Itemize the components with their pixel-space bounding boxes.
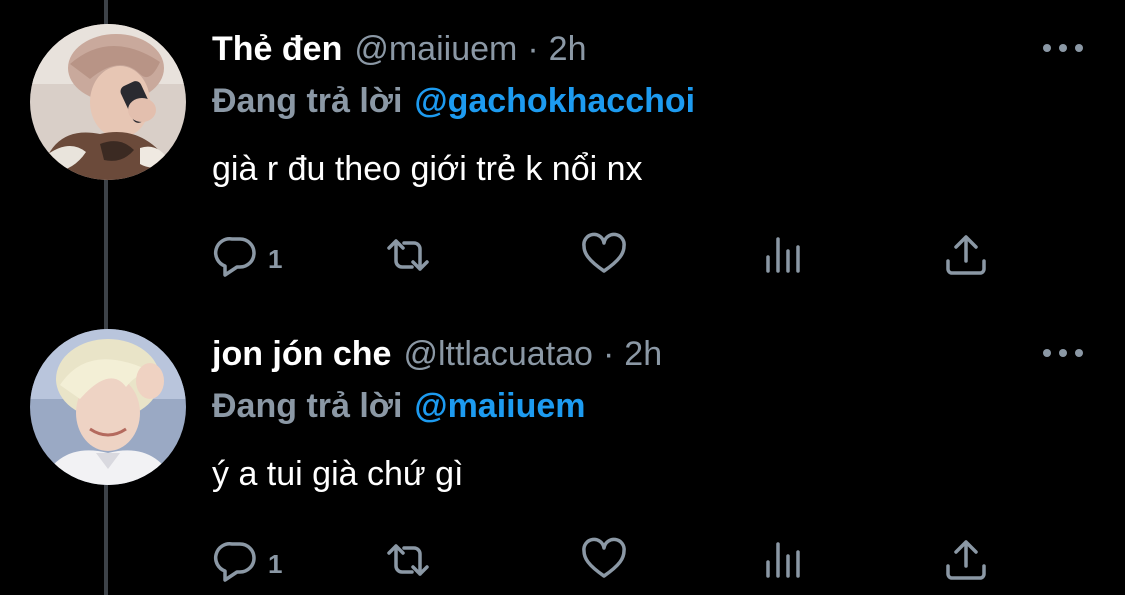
avatar[interactable]: [30, 24, 186, 180]
replying-to-label: Đang trả lời: [212, 82, 403, 120]
more-icon-dot: [1059, 44, 1067, 52]
share-button[interactable]: [942, 230, 990, 280]
separator-dot: ·: [527, 30, 539, 68]
timestamp[interactable]: 2h: [549, 30, 587, 69]
display-name[interactable]: Thẻ đen: [212, 30, 342, 69]
tweet[interactable]: jon jón che @lttlacuatao · 2h Đang trả l…: [0, 305, 1125, 595]
replying-to: Đang trả lời @maiiuem: [212, 387, 586, 426]
share-icon: [946, 540, 986, 580]
tweet[interactable]: Thẻ đen @maiiuem · 2h Đang trả lời @gacho…: [0, 0, 1125, 300]
analytics-button[interactable]: [760, 535, 808, 585]
more-icon: [1043, 349, 1051, 357]
avatar-photo-icon: [30, 24, 186, 180]
tweet-text: già r đu theo giới trẻ k nổi nx: [212, 150, 643, 188]
display-name[interactable]: jon jón che: [212, 335, 391, 374]
reply-count: 1: [268, 548, 283, 579]
replying-to-label: Đang trả lời: [212, 387, 403, 425]
more-icon-dot: [1075, 44, 1083, 52]
retweet-button[interactable]: [384, 535, 432, 585]
replying-to-mention[interactable]: @maiiuem: [414, 387, 585, 425]
replying-to: Đang trả lời @gachokhacchoi: [212, 82, 695, 121]
tweet-text: ý a tui già chứ gì: [212, 455, 464, 493]
reply-button[interactable]: 1: [212, 535, 282, 585]
reply-icon: [213, 542, 256, 582]
tweet-header: jon jón che @lttlacuatao · 2h: [212, 335, 662, 379]
analytics-icon: [766, 542, 800, 578]
retweet-icon: [387, 239, 429, 271]
retweet-icon: [387, 544, 429, 576]
avatar[interactable]: [30, 329, 186, 485]
like-button[interactable]: [580, 230, 628, 280]
reply-icon: [213, 237, 256, 277]
reply-count: 1: [268, 243, 283, 274]
reply-button[interactable]: 1: [212, 230, 282, 280]
more-options-button[interactable]: [1043, 345, 1083, 361]
share-button[interactable]: [942, 535, 990, 585]
more-icon: [1043, 44, 1051, 52]
replying-to-mention[interactable]: @gachokhacchoi: [414, 82, 695, 120]
tweet-actions: 1: [212, 230, 1012, 280]
tweet-header: Thẻ đen @maiiuem · 2h: [212, 30, 587, 74]
more-icon-dot: [1075, 349, 1083, 357]
share-icon: [946, 235, 986, 275]
separator-dot: ·: [602, 335, 615, 373]
timestamp[interactable]: 2h: [624, 335, 662, 374]
heart-icon: [582, 232, 626, 273]
more-icon-dot: [1059, 349, 1067, 357]
analytics-button[interactable]: [760, 230, 808, 280]
avatar-photo-icon: [30, 329, 186, 485]
heart-icon: [582, 537, 626, 578]
username-handle[interactable]: @maiiuem: [354, 30, 517, 69]
more-options-button[interactable]: [1043, 40, 1083, 56]
retweet-button[interactable]: [384, 230, 432, 280]
username-handle[interactable]: @lttlacuatao: [403, 335, 593, 374]
tweet-actions: 1: [212, 535, 1012, 585]
like-button[interactable]: [580, 535, 628, 585]
analytics-icon: [766, 237, 800, 273]
